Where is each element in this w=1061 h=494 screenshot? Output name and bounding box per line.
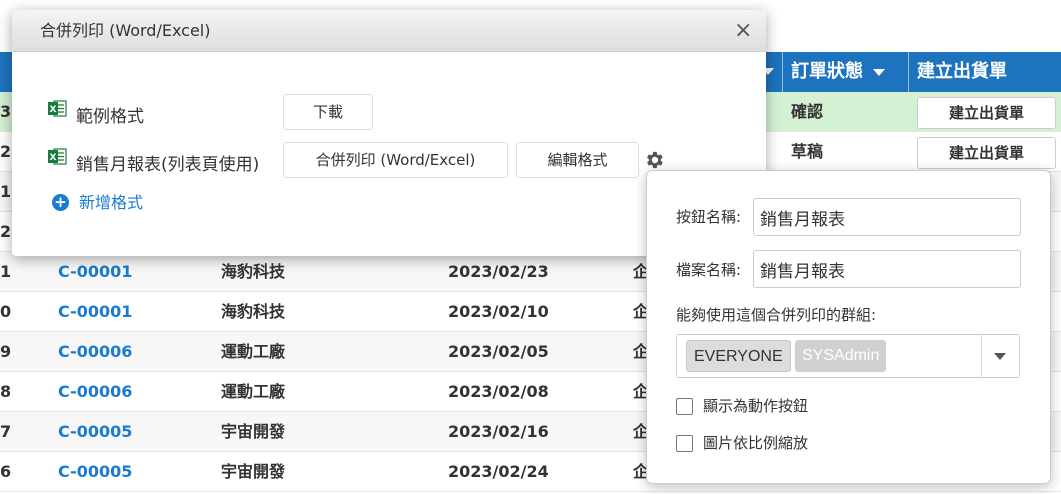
header-create-shipment-label: 建立出貨單 — [917, 61, 1007, 82]
create-shipment-button[interactable]: 建立出貨單 — [917, 97, 1056, 129]
row-id: 7 — [0, 422, 12, 441]
customer-link[interactable]: C-00005 — [58, 412, 132, 452]
svg-text:X: X — [50, 105, 57, 115]
customer-name: 運動工廠 — [221, 342, 286, 361]
row-id: 1 — [0, 262, 12, 281]
header-order-status[interactable]: 訂單狀態 — [791, 52, 885, 92]
row-status: 確認 — [791, 102, 824, 121]
customer-name: 運動工廠 — [221, 382, 286, 401]
dropdown-divider — [981, 335, 982, 377]
customer-name: 宇宙開發 — [221, 462, 286, 481]
header-create-shipment: 建立出貨單 — [917, 52, 1007, 92]
show-as-action-checkbox[interactable] — [676, 398, 693, 415]
format-settings-popover: 按鈕名稱: 檔案名稱: 能夠使用這個合併列印的群組: EVERYONE SYSA… — [646, 170, 1051, 484]
customer-link[interactable]: C-00001 — [58, 252, 132, 292]
excel-icon: X — [48, 148, 67, 165]
dialog-title: 合併列印 (Word/Excel) — [40, 21, 211, 40]
order-date: 2023/02/24 — [448, 462, 549, 481]
groups-label: 能夠使用這個合併列印的群組: — [676, 306, 877, 324]
add-format-label: 新增格式 — [79, 193, 144, 212]
row-id: 2 — [0, 222, 12, 241]
order-date: 2023/02/05 — [448, 342, 549, 361]
show-as-action-label[interactable]: 顯示為動作按鈕 — [703, 396, 808, 416]
svg-text:X: X — [50, 153, 57, 163]
chevron-down-icon[interactable] — [994, 353, 1006, 360]
download-button[interactable]: 下載 — [283, 94, 373, 130]
row-id: 2 — [0, 142, 12, 161]
order-date: 2023/02/10 — [448, 302, 549, 321]
header-order-status-label: 訂單狀態 — [791, 61, 863, 82]
edit-format-button[interactable]: 編輯格式 — [516, 142, 639, 178]
customer-link[interactable]: C-00006 — [58, 372, 132, 412]
row-id: 3 — [0, 102, 12, 121]
format-label-sample: 範例格式 — [76, 107, 144, 127]
row-id: 6 — [0, 462, 12, 481]
excel-icon: X — [48, 100, 67, 117]
scale-images-checkbox[interactable] — [676, 435, 693, 452]
order-date: 2023/02/08 — [448, 382, 549, 401]
close-icon[interactable]: × — [734, 20, 752, 42]
row-id: 9 — [0, 342, 12, 361]
filter-caret-icon[interactable] — [873, 68, 885, 76]
format-label-monthly-report: 銷售月報表(列表頁使用) — [76, 155, 260, 175]
file-name-label: 檔案名稱: — [676, 261, 742, 279]
button-name-label: 按鈕名稱: — [676, 208, 742, 226]
row-id: 0 — [0, 302, 12, 321]
customer-name: 宇宙開發 — [221, 422, 286, 441]
customer-link[interactable]: C-00006 — [58, 332, 132, 372]
order-date: 2023/02/23 — [448, 262, 549, 281]
group-tag-everyone[interactable]: EVERYONE — [686, 340, 791, 372]
row-id: 1 — [0, 182, 12, 201]
header-divider — [782, 52, 783, 92]
create-shipment-button[interactable]: 建立出貨單 — [917, 137, 1056, 169]
gear-icon[interactable] — [643, 149, 665, 171]
row-status: 草稿 — [791, 142, 824, 161]
dialog-header: 合併列印 (Word/Excel) × — [12, 10, 766, 52]
customer-name: 海豹科技 — [221, 262, 286, 281]
group-multiselect[interactable]: EVERYONE SYSAdmin — [676, 334, 1020, 378]
button-name-input[interactable] — [753, 198, 1021, 236]
order-date: 2023/02/16 — [448, 422, 549, 441]
row-id: 8 — [0, 382, 12, 401]
merge-print-button[interactable]: 合併列印 (Word/Excel) — [283, 142, 508, 178]
file-name-input[interactable] — [753, 250, 1021, 288]
scale-images-label[interactable]: 圖片依比例縮放 — [703, 433, 808, 453]
plus-circle-icon: + — [52, 194, 69, 211]
header-divider — [908, 52, 909, 92]
customer-link[interactable]: C-00005 — [58, 452, 132, 492]
customer-name: 海豹科技 — [221, 302, 286, 321]
group-tag-sysadmin[interactable]: SYSAdmin — [795, 340, 887, 372]
customer-link[interactable]: C-00001 — [58, 292, 132, 332]
